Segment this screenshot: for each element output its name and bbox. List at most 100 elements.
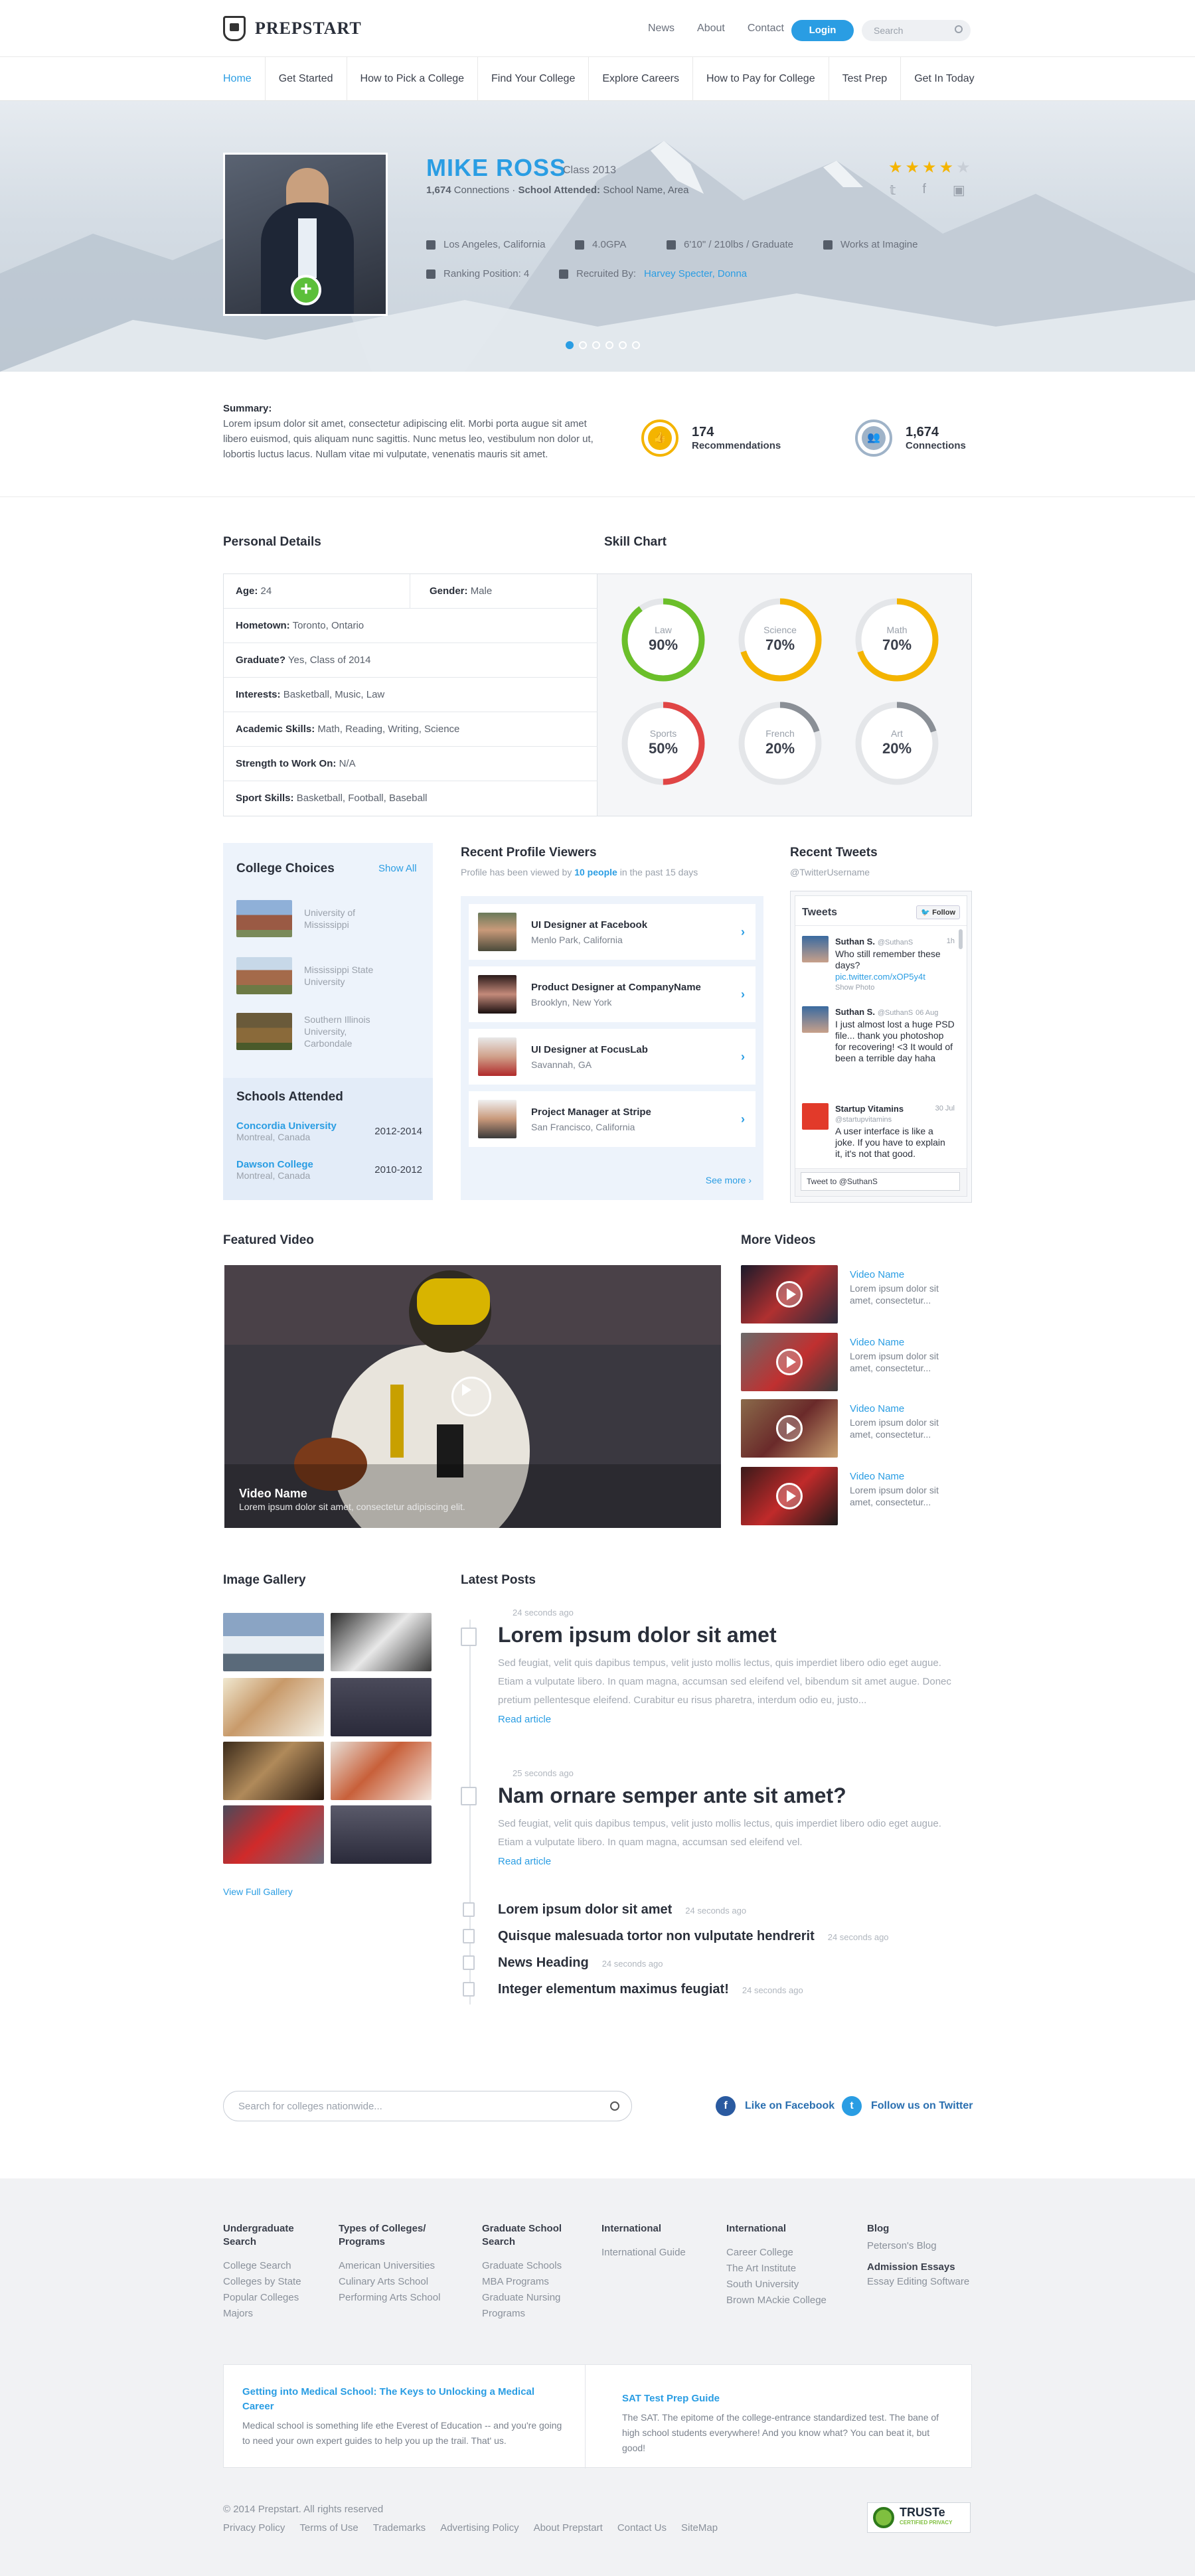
slider-dot[interactable]: [619, 341, 627, 349]
viewer-item[interactable]: UI Designer at FocusLab Savannah, GA ›: [469, 1029, 756, 1085]
footer-link[interactable]: College Search: [223, 2258, 323, 2274]
truste-badge[interactable]: TRUSTe CERTIFIED PRIVACY: [867, 2502, 971, 2533]
tweet-compose-input[interactable]: Tweet to @SuthanS: [801, 1172, 960, 1191]
slider-dot[interactable]: [566, 341, 574, 349]
slider-dot[interactable]: [592, 341, 600, 349]
contact-link[interactable]: Contact Us: [617, 2522, 667, 2534]
footer-link[interactable]: Majors: [223, 2306, 323, 2322]
twitter-icon[interactable]: 𝕥: [890, 182, 896, 198]
about-link[interactable]: About Prepstart: [534, 2522, 603, 2534]
terms-link[interactable]: Terms of Use: [299, 2522, 358, 2534]
trophy-icon: [426, 269, 436, 279]
footer-link[interactable]: Culinary Arts School: [339, 2274, 451, 2290]
advertising-policy-link[interactable]: Advertising Policy: [440, 2522, 518, 2534]
more-video-item[interactable]: Video Name Lorem ipsum dolor sit amet, co…: [741, 1399, 973, 1458]
gallery-image[interactable]: [331, 1742, 432, 1800]
ranking-info: Ranking Position: 4: [426, 268, 529, 279]
top-search-input[interactable]: Search: [862, 20, 971, 41]
slider-dot[interactable]: [605, 341, 613, 349]
college-choice-item[interactable]: University of Mississippi: [236, 900, 390, 937]
trademarks-link[interactable]: Trademarks: [373, 2522, 426, 2534]
more-video-item[interactable]: Video Name Lorem ipsum dolor sit amet, co…: [741, 1333, 973, 1391]
viewer-item[interactable]: Project Manager at Stripe San Francisco, …: [469, 1091, 756, 1147]
recruited-by-link[interactable]: Harvey Specter, Donna: [644, 268, 747, 279]
college-search-input[interactable]: Search for colleges nationwide...: [223, 2091, 632, 2121]
see-more-link[interactable]: See more ›: [706, 1175, 752, 1185]
footer-article-title[interactable]: SAT Test Prep Guide: [622, 2391, 954, 2406]
footer-link[interactable]: South University: [726, 2277, 839, 2293]
slider-dot[interactable]: [579, 341, 587, 349]
footer-link[interactable]: The Art Institute: [726, 2261, 839, 2277]
post-item-small[interactable]: Integer elementum maximus feugiat! 24 sec…: [498, 1982, 803, 1997]
footer-link[interactable]: Colleges by State: [223, 2274, 323, 2290]
mainnav-test-prep[interactable]: Test Prep: [829, 57, 902, 101]
more-video-item[interactable]: Video Name Lorem ipsum dolor sit amet, co…: [741, 1265, 973, 1324]
login-button[interactable]: Login: [791, 20, 854, 41]
mainnav-home[interactable]: Home: [210, 57, 266, 101]
more-video-item[interactable]: Video Name Lorem ipsum dolor sit amet, co…: [741, 1467, 973, 1525]
featured-video-player[interactable]: Video Name Lorem ipsum dolor sit amet, c…: [224, 1265, 721, 1528]
tweet-link[interactable]: pic.twitter.com/xOP5y4t: [835, 971, 955, 982]
read-article-link[interactable]: Read article: [498, 1856, 963, 1867]
college-choice-item[interactable]: Southern Illinois University, Carbondale: [236, 1013, 390, 1050]
footer-link[interactable]: MBA Programs: [482, 2274, 582, 2290]
instagram-icon[interactable]: ▣: [953, 182, 965, 198]
gallery-image[interactable]: [331, 1678, 432, 1736]
nav-news-link[interactable]: News: [648, 23, 675, 35]
nav-about-link[interactable]: About: [697, 23, 725, 35]
logo[interactable]: PREPSTART: [223, 16, 362, 41]
read-article-link[interactable]: Read article: [498, 1714, 963, 1725]
follow-button[interactable]: 🐦 Follow: [916, 905, 960, 919]
mainnav-find-college[interactable]: Find Your College: [478, 57, 590, 101]
college-choice-item[interactable]: Mississippi State University: [236, 957, 390, 994]
tweets-scrollbar[interactable]: [959, 929, 963, 949]
twitter-follow-link[interactable]: t Follow us on Twitter: [842, 2096, 973, 2116]
footer-link[interactable]: Career College: [726, 2245, 839, 2261]
viewer-item[interactable]: Product Designer at CompanyName Brooklyn,…: [469, 966, 756, 1022]
post-item-small[interactable]: Lorem ipsum dolor sit amet 24 seconds ago: [498, 1902, 746, 1918]
footer-link[interactable]: Graduate Nursing Programs: [482, 2290, 582, 2322]
view-full-gallery-link[interactable]: View Full Gallery: [223, 1886, 293, 1897]
mainnav-pick-college[interactable]: How to Pick a College: [347, 57, 479, 101]
nav-contact-link[interactable]: Contact: [748, 23, 784, 35]
mainnav-pay-college[interactable]: How to Pay for College: [693, 57, 829, 101]
footer-link[interactable]: Graduate Schools: [482, 2258, 582, 2274]
sitemap-link[interactable]: SiteMap: [681, 2522, 718, 2534]
age-label: Age:: [236, 585, 258, 597]
viewers-count-link[interactable]: 10 people: [574, 867, 617, 877]
facebook-icon: f: [716, 2096, 736, 2116]
tweet-show-photo[interactable]: Show Photo: [835, 982, 955, 994]
footer-article-title[interactable]: Getting into Medical School: The Keys to…: [242, 2385, 568, 2414]
footer-link[interactable]: Essay Editing Software: [867, 2274, 980, 2290]
post-item-small[interactable]: Quisque malesuada tortor non vulputate h…: [498, 1929, 889, 1944]
tweet-author[interactable]: Suthan S.: [835, 1007, 875, 1017]
footer-link[interactable]: Performing Arts School: [339, 2290, 451, 2306]
footer-link[interactable]: Brown MAckie College: [726, 2293, 839, 2309]
tweet-author[interactable]: Suthan S.: [835, 937, 875, 947]
gallery-image[interactable]: [223, 1678, 324, 1736]
mainnav-get-in-today[interactable]: Get In Today: [901, 57, 987, 101]
viewer-item[interactable]: UI Designer at Facebook Menlo Park, Calif…: [469, 904, 756, 960]
slider-dot[interactable]: [632, 341, 640, 349]
gallery-image[interactable]: [223, 1742, 324, 1800]
facebook-icon[interactable]: f: [922, 182, 926, 198]
gallery-image[interactable]: [223, 1805, 324, 1864]
footer-link[interactable]: Peterson's Blog: [867, 2238, 980, 2254]
school-years: 2010-2012: [374, 1164, 422, 1175]
footer-link[interactable]: American Universities: [339, 2258, 451, 2274]
gallery-image[interactable]: [223, 1613, 324, 1671]
post-title[interactable]: Lorem ipsum dolor sit amet: [498, 1623, 963, 1647]
mainnav-get-started[interactable]: Get Started: [266, 57, 347, 101]
footer-link[interactable]: International Guide: [601, 2245, 708, 2261]
gallery-image[interactable]: [331, 1805, 432, 1864]
post-title[interactable]: Nam ornare semper ante sit amet?: [498, 1783, 963, 1808]
privacy-policy-link[interactable]: Privacy Policy: [223, 2522, 285, 2534]
add-connection-button[interactable]: +: [291, 275, 321, 305]
gallery-image[interactable]: [331, 1613, 432, 1671]
footer-link[interactable]: Popular Colleges: [223, 2290, 323, 2306]
show-all-link[interactable]: Show All: [378, 863, 417, 874]
post-item-small[interactable]: News Heading 24 seconds ago: [498, 1955, 663, 1971]
mainnav-explore-careers[interactable]: Explore Careers: [589, 57, 693, 101]
facebook-like-link[interactable]: f Like on Facebook: [716, 2096, 835, 2116]
tweet-author[interactable]: Startup Vitamins: [835, 1104, 904, 1114]
